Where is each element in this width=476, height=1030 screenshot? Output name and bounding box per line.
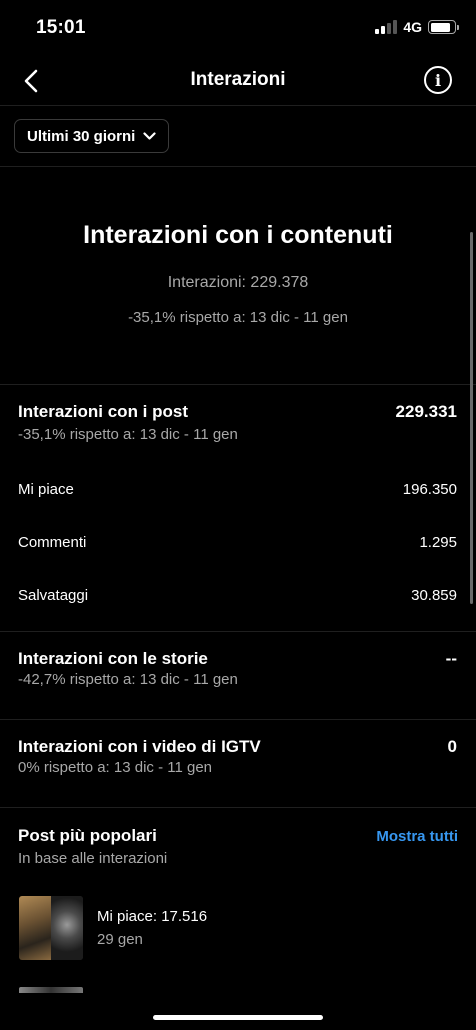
summary-card: Interazioni con i contenuti Interazioni:… [0, 167, 476, 385]
igtv-interactions-change: 0% rispetto a: 13 dic - 11 gen [18, 759, 213, 776]
home-indicator[interactable] [153, 1015, 323, 1020]
page-title: Interazioni [190, 69, 286, 90]
chevron-down-icon [143, 131, 156, 140]
post-image-left [19, 896, 51, 960]
post-interactions-change: -35,1% rispetto a: 13 dic - 11 gen [18, 426, 238, 443]
post-interactions-title: Interazioni con i post [18, 402, 189, 421]
status-indicators: 4G [375, 19, 459, 35]
post-image-right [51, 896, 83, 960]
likes-label: Mi piace [18, 481, 74, 498]
network-type: 4G [403, 19, 422, 35]
story-interactions-change: -42,7% rispetto a: 13 dic - 11 gen [18, 671, 238, 688]
story-interactions-value: -- [445, 649, 457, 668]
signal-icon [375, 20, 398, 34]
info-icon: i [434, 70, 442, 90]
top-posts-subtitle: In base alle interazioni [18, 850, 168, 867]
post-interactions-section: Interazioni con i post 229.331 -35,1% ri… [0, 385, 476, 631]
comments-label: Commenti [18, 534, 87, 551]
post-interactions-value: 229.331 [395, 402, 457, 421]
status-time: 15:01 [36, 17, 86, 38]
igtv-interactions-section: Interazioni con i video di IGTV 0 0% ris… [0, 719, 476, 807]
top-posts-title: Post più popolari [18, 826, 157, 845]
info-button[interactable]: i [424, 66, 452, 94]
battery-icon [428, 20, 459, 34]
comments-value: 1.295 [419, 534, 457, 551]
status-bar: 15:01 4G [0, 0, 476, 56]
story-interactions-title: Interazioni con le storie [18, 649, 208, 668]
date-range-dropdown[interactable]: Ultimi 30 giorni [14, 119, 170, 153]
summary-change: -35,1% rispetto a: 13 dic - 11 gen [128, 309, 348, 326]
post-date: 29 gen [97, 931, 143, 948]
filter-row: Ultimi 30 giorni [0, 106, 476, 167]
summary-total: Interazioni: 229.378 [167, 274, 309, 291]
saves-value: 30.859 [411, 587, 457, 604]
saves-label: Salvataggi [18, 587, 89, 604]
show-all-link[interactable]: Mostra tutti [376, 828, 458, 845]
post-thumbnail[interactable] [19, 896, 83, 960]
next-post-thumbnail[interactable] [19, 987, 83, 993]
igtv-interactions-value: 0 [447, 737, 457, 756]
post-likes: Mi piace: 17.516 [97, 908, 208, 925]
igtv-interactions-title: Interazioni con i video di IGTV [18, 737, 261, 756]
story-interactions-section: Interazioni con le storie -- -42,7% risp… [0, 631, 476, 719]
date-range-label: Ultimi 30 giorni [27, 127, 136, 145]
nav-bar: Interazioni i [0, 56, 476, 106]
summary-title: Interazioni con i contenuti [83, 221, 393, 249]
likes-value: 196.350 [402, 481, 457, 498]
